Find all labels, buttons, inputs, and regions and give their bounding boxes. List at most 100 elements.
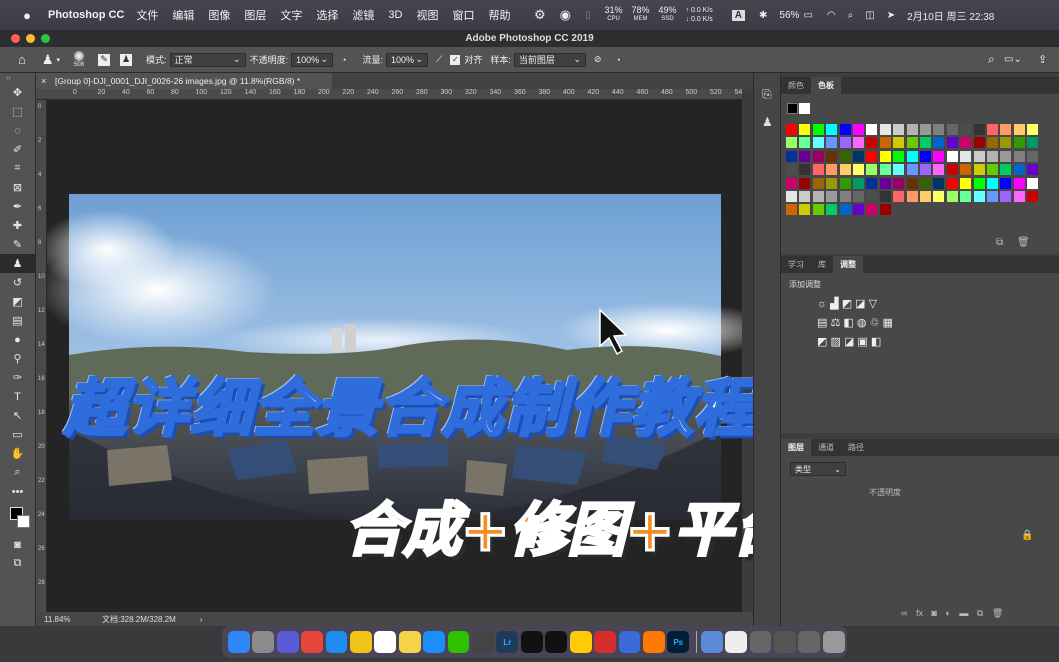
swatch[interactable] xyxy=(920,137,931,149)
brightness-icon[interactable]: ☼ xyxy=(817,298,827,310)
swatch[interactable] xyxy=(960,150,972,162)
swatch[interactable] xyxy=(866,204,878,216)
swatch[interactable] xyxy=(920,164,931,176)
dock-item-window1-icon[interactable] xyxy=(749,631,772,653)
dodge-tool-icon[interactable]: ⚲ xyxy=(0,349,35,368)
swatch[interactable] xyxy=(879,164,891,176)
swatch[interactable] xyxy=(826,177,838,189)
tab-swatches[interactable]: 色板 xyxy=(811,77,841,94)
swatch[interactable] xyxy=(799,204,811,216)
background-color-swatch[interactable] xyxy=(17,515,30,528)
input-method-icon[interactable]: A xyxy=(731,9,746,21)
dock-item-window3-icon[interactable] xyxy=(798,631,821,653)
swatch[interactable] xyxy=(853,164,864,176)
dock-item-qq-icon[interactable] xyxy=(545,631,568,653)
selective-color-icon[interactable]: ◧ xyxy=(871,336,881,348)
swatch[interactable] xyxy=(799,137,811,149)
swatch[interactable] xyxy=(839,124,851,135)
swatch[interactable] xyxy=(946,150,958,162)
menu-3d[interactable]: 3D xyxy=(388,9,402,21)
search-icon[interactable]: ⌕ xyxy=(988,52,995,67)
menu-edit[interactable]: 编辑 xyxy=(172,7,194,23)
control-center-icon[interactable]: ◫ xyxy=(865,10,874,21)
new-layer-icon[interactable]: ⧉ xyxy=(977,608,983,618)
swatch[interactable] xyxy=(826,164,838,176)
mode-select[interactable]: 正常 ⌄ xyxy=(169,52,246,67)
swatch[interactable] xyxy=(812,164,824,176)
tab-libraries[interactable]: 库 xyxy=(811,256,833,273)
dock-item-capcut-icon[interactable] xyxy=(520,631,543,653)
clone-source-icon[interactable]: ♟ xyxy=(120,53,133,66)
swatch[interactable] xyxy=(1000,150,1012,162)
bw-icon[interactable]: ◧ xyxy=(843,317,853,329)
ignore-adjustment-icon[interactable]: ⊘ xyxy=(594,54,602,65)
swatch[interactable] xyxy=(973,191,985,202)
swatch[interactable] xyxy=(812,204,824,216)
close-tab-icon[interactable]: × xyxy=(41,73,46,89)
dock-item-baidu-icon[interactable] xyxy=(618,631,641,653)
swatch[interactable] xyxy=(1000,164,1012,176)
swatch[interactable] xyxy=(920,124,931,135)
swatch[interactable] xyxy=(960,177,972,189)
swatch[interactable] xyxy=(1027,177,1039,189)
fx-icon[interactable]: fx xyxy=(916,608,923,618)
swatch[interactable] xyxy=(933,191,945,202)
wifi-icon[interactable]: ◠ xyxy=(827,10,836,21)
mic-icon[interactable]: ▯ xyxy=(585,10,591,21)
tab-color[interactable]: 颜色 xyxy=(781,77,811,94)
menu-view[interactable]: 视图 xyxy=(416,7,438,23)
dock-item-calendar-icon[interactable] xyxy=(374,631,397,653)
blur-tool-icon[interactable]: ● xyxy=(0,330,35,349)
swatch[interactable] xyxy=(960,164,972,176)
swatch[interactable] xyxy=(866,191,878,202)
swatch[interactable] xyxy=(906,191,918,202)
swatch[interactable] xyxy=(866,137,878,149)
swatch[interactable] xyxy=(812,177,824,189)
dock-item-prefs-icon[interactable] xyxy=(700,631,723,653)
swatch[interactable] xyxy=(826,191,838,202)
swatch[interactable] xyxy=(799,124,811,135)
home-icon[interactable]: ⌂ xyxy=(18,52,26,67)
dock-item-launchpad-icon[interactable] xyxy=(252,631,275,653)
swatch[interactable] xyxy=(920,177,931,189)
swatch[interactable] xyxy=(786,204,797,216)
swatch[interactable] xyxy=(786,164,797,176)
chevron-right-icon[interactable]: › xyxy=(200,615,203,624)
more-tools-icon[interactable]: ••• xyxy=(0,482,35,501)
spotlight-icon[interactable]: ⌕ xyxy=(848,10,854,21)
swatch[interactable] xyxy=(987,124,998,135)
swatch[interactable] xyxy=(853,177,864,189)
healing-brush-tool-icon[interactable]: ✚ xyxy=(0,216,35,235)
balance-icon[interactable]: ⚖ xyxy=(830,317,840,329)
swatch[interactable] xyxy=(879,150,891,162)
adjustment-layer-icon[interactable]: ◐ xyxy=(945,608,950,618)
lookup-icon[interactable]: ▦ xyxy=(882,317,892,329)
swatch[interactable] xyxy=(973,124,985,135)
swatch[interactable] xyxy=(987,150,998,162)
swatch[interactable] xyxy=(933,164,945,176)
trash-icon[interactable]: 🗑 xyxy=(992,608,1003,618)
swatch[interactable] xyxy=(1013,124,1025,135)
swatch[interactable] xyxy=(893,177,905,189)
menu-help[interactable]: 帮助 xyxy=(488,7,510,23)
dock-item-wps-icon[interactable] xyxy=(594,631,616,653)
swatch[interactable] xyxy=(839,177,851,189)
swatch-grid[interactable] xyxy=(786,124,1041,217)
color-swatches-icon[interactable] xyxy=(0,501,35,535)
dock-item-tips-icon[interactable] xyxy=(350,631,372,653)
menu-file[interactable]: 文件 xyxy=(136,7,158,23)
mask-icon[interactable]: ◙ xyxy=(931,608,936,618)
dock-item-siri-icon[interactable] xyxy=(276,631,299,653)
swatch[interactable] xyxy=(933,177,945,189)
swatch[interactable] xyxy=(879,191,891,202)
swatch[interactable] xyxy=(1027,150,1039,162)
swatch[interactable] xyxy=(812,124,824,135)
gradient-tool-icon[interactable]: ▤ xyxy=(0,311,35,330)
tab-paths[interactable]: 路径 xyxy=(841,439,871,456)
lock-icon[interactable]: 🔒 xyxy=(1021,530,1033,541)
dock-item-ps-icon[interactable]: Ps xyxy=(667,631,690,653)
battery-label[interactable]: 56% xyxy=(779,10,799,21)
menu-layer[interactable]: 图层 xyxy=(244,7,266,23)
gradient-map-icon[interactable]: ▣ xyxy=(857,336,867,348)
swatch[interactable] xyxy=(1027,164,1039,176)
